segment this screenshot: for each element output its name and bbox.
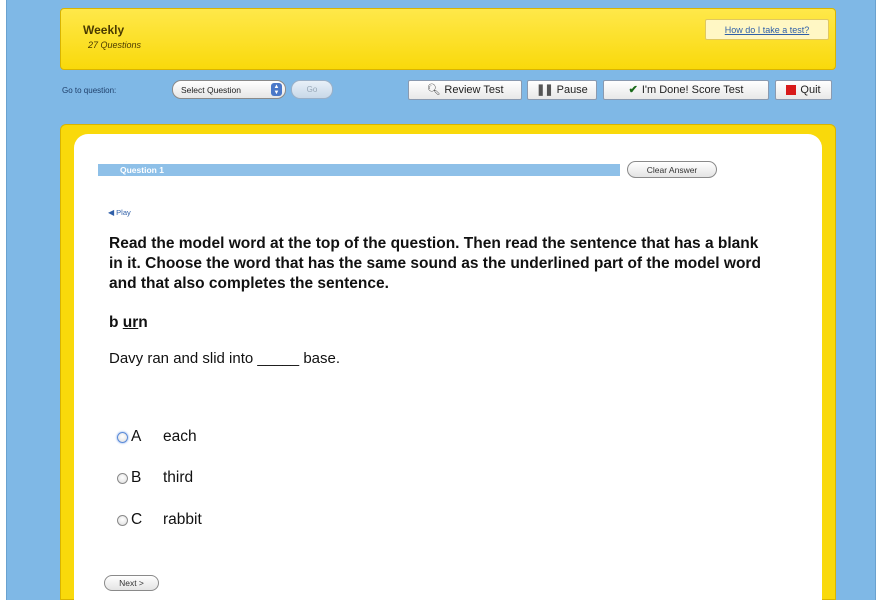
choice-letter: C <box>131 511 143 528</box>
score-test-label: I'm Done! Score Test <box>641 84 744 96</box>
choice-text: third <box>163 469 194 486</box>
question-select[interactable]: Select Question ▲ ▼ <box>172 80 286 99</box>
model-word: b urn <box>109 314 148 332</box>
checkmark-icon: ✔ <box>628 83 638 96</box>
question-prompt: Read the model word at the top of the qu… <box>109 235 761 292</box>
radio-button-b[interactable] <box>117 472 128 484</box>
question-count: 27 Questions <box>88 40 142 50</box>
quit-label: Quit <box>800 84 821 96</box>
play-audio-button[interactable]: ◀︎ Play <box>108 208 131 217</box>
select-arrows-icon: ▲ ▼ <box>271 83 282 96</box>
choice-letter: A <box>131 428 142 445</box>
model-word-start: b <box>109 314 119 331</box>
test-title: Weekly <box>83 23 125 37</box>
test-header-banner: Weekly 27 Questions How do I take a test… <box>60 8 836 70</box>
question-number-bar: Question 1 <box>98 164 620 176</box>
question-panel <box>74 134 822 600</box>
stop-icon <box>786 85 797 95</box>
model-word-end: n <box>138 314 148 331</box>
speaker-icon: ◀︎ <box>108 208 115 217</box>
go-button[interactable]: Go <box>291 80 333 99</box>
next-button[interactable]: Next > <box>104 575 159 591</box>
model-word-underlined: ur <box>122 314 139 331</box>
sentence-end: base. <box>303 350 341 367</box>
question-sentence: Davy ran and slid into _____ base. <box>109 350 340 367</box>
quit-button[interactable]: Quit <box>775 80 832 100</box>
answer-choice-a[interactable]: A each <box>117 428 197 446</box>
play-label: Play <box>116 208 131 217</box>
choice-text: rabbit <box>163 511 202 528</box>
choice-text: each <box>163 428 197 445</box>
radio-button-a[interactable] <box>117 431 128 443</box>
choice-letter: B <box>131 469 142 486</box>
pause-label: Pause <box>556 84 588 96</box>
review-test-button[interactable]: 🔍︎ Review Test <box>408 80 522 100</box>
answer-choice-c[interactable]: C rabbit <box>117 511 202 529</box>
sentence-start: Davy ran and slid into <box>109 350 254 367</box>
pause-button[interactable]: ❚❚ Pause <box>527 80 597 100</box>
pause-icon: ❚❚ <box>536 83 553 96</box>
radio-button-c[interactable] <box>117 514 128 526</box>
review-test-label: Review Test <box>444 84 504 96</box>
score-test-button[interactable]: ✔ I'm Done! Score Test <box>603 80 769 100</box>
magnifier-icon: 🔍︎ <box>426 83 441 96</box>
sentence-blank: _____ <box>257 350 300 367</box>
answer-choice-b[interactable]: B third <box>117 469 193 487</box>
go-to-question-label: Go to question: <box>62 86 117 95</box>
help-link[interactable]: How do I take a test? <box>705 19 829 40</box>
clear-answer-button[interactable]: Clear Answer <box>627 161 717 178</box>
question-select-value: Select Question <box>181 84 242 95</box>
